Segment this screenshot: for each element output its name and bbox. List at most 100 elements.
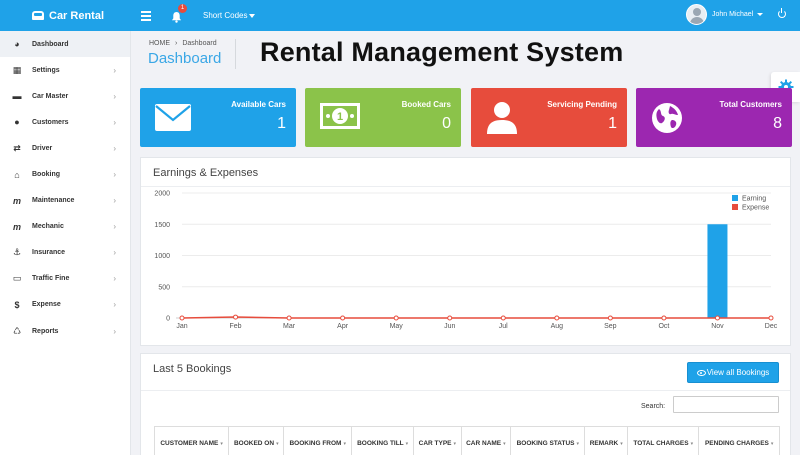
column-header-booking-from[interactable]: BOOKING FROM ▾ — [283, 426, 353, 455]
sidebar: ◕ Dashboard ▦ Settings › ▬ Car Master › ● Custome… — [0, 31, 131, 455]
stat-booked-cars[interactable]: 1 Booked Cars 0 — [305, 88, 461, 147]
sidebar-item-expense[interactable]: $ Expense › — [0, 292, 130, 318]
credit-card-icon: ▭ — [12, 273, 22, 284]
column-header-label: CAR NAME — [466, 439, 502, 447]
sidebar-item-driver[interactable]: ⇄ Driver › — [0, 135, 130, 161]
sidebar-item-customers[interactable]: ● Customers › — [0, 109, 130, 135]
y-tick-label: 1000 — [154, 253, 170, 260]
brand-logo[interactable]: Car Rental — [0, 0, 131, 31]
sidebar-item-label: Reports — [32, 327, 59, 335]
user-icon — [487, 102, 517, 134]
expense-point — [500, 315, 506, 321]
search-input[interactable] — [673, 396, 779, 413]
expense-point — [447, 315, 453, 321]
x-tick-label: Dec — [765, 323, 778, 330]
chevron-right-icon: › — [113, 91, 116, 101]
expense-point — [607, 315, 613, 321]
dashboard-icon: ◕ — [14, 39, 20, 50]
user-menu[interactable]: John Michael — [686, 4, 764, 25]
expense-point — [714, 315, 720, 321]
stat-available-cars[interactable]: Available Cars 1 — [140, 88, 296, 147]
sidebar-item-label: Maintenance — [32, 197, 75, 205]
column-header-customer-name[interactable]: CUSTOMER NAME ▾ — [153, 426, 230, 455]
brand-name: Car Rental — [49, 9, 105, 22]
svg-text:1: 1 — [337, 111, 343, 123]
expense-point — [661, 315, 667, 321]
column-header-label: CUSTOMER NAME — [160, 439, 219, 447]
stat-total-customers[interactable]: Total Customers 8 — [636, 88, 792, 147]
sidebar-item-settings[interactable]: ▦ Settings › — [0, 57, 130, 83]
chevron-right-icon: › — [113, 248, 116, 258]
table-header-row: CUSTOMER NAME ▾ BOOKED ON ▾ BOOKING FROM ▾ BOO… — [153, 426, 780, 455]
legend-swatch — [732, 195, 738, 201]
sidebar-item-insurance[interactable]: ⚓ Insurance › — [0, 240, 130, 266]
expense-point — [768, 315, 774, 321]
car-icon: ▬ — [12, 91, 22, 102]
money-icon: 1 — [320, 103, 360, 129]
column-header-booked-on[interactable]: BOOKED ON ▾ — [228, 426, 285, 455]
column-header-label: BOOKING STATUS — [516, 439, 575, 447]
panel-divider — [141, 390, 790, 391]
earning-bar — [707, 224, 728, 318]
expense-point — [179, 315, 185, 321]
view-all-bookings-label: View all Bookings — [706, 368, 770, 377]
x-tick-label: Jan — [176, 323, 187, 330]
sort-icon: ▾ — [576, 440, 579, 447]
stat-label: Total Customers — [719, 100, 782, 109]
stat-servicing-pending[interactable]: Servicing Pending 1 — [471, 88, 627, 147]
column-header-remark[interactable]: REMARK ▾ — [584, 426, 629, 455]
column-header-label: BOOKING FROM — [289, 439, 342, 447]
sidebar-item-traffic-fine[interactable]: ▭ Traffic Fine › — [0, 266, 130, 292]
sort-icon: ▾ — [770, 440, 774, 447]
sidebar-item-booking[interactable]: ⌂ Booking › — [0, 161, 130, 187]
view-all-bookings-button[interactable]: View all Bookings — [687, 362, 779, 383]
search-label: Search: — [641, 403, 666, 410]
eye-icon — [696, 369, 706, 376]
power-icon[interactable] — [778, 8, 786, 18]
legend-label: Earning — [742, 196, 766, 203]
m-icon: m — [12, 195, 21, 206]
sidebar-item-label: Traffic Fine — [32, 275, 70, 283]
expense-point — [233, 314, 239, 320]
user-name: John Michael — [712, 11, 754, 18]
expense-point — [340, 315, 346, 321]
notifications-bell-icon[interactable]: 1 — [171, 3, 187, 23]
menu-toggle-icon[interactable] — [141, 9, 151, 23]
sidebar-item-label: Insurance — [32, 249, 66, 257]
sidebar-item-label: Mechanic — [32, 223, 64, 231]
sidebar-item-car-master[interactable]: ▬ Car Master › — [0, 83, 130, 109]
column-header-booking-till[interactable]: BOOKING TILL ▾ — [351, 426, 415, 455]
sort-icon: ▾ — [503, 440, 506, 447]
column-header-label: PENDING CHARGES — [704, 439, 769, 447]
column-header-total-charges[interactable]: TOTAL CHARGES ▾ — [627, 426, 700, 455]
column-header-car-name[interactable]: CAR NAME ▾ — [460, 426, 512, 455]
sidebar-item-reports[interactable]: ♺ Reports › — [0, 318, 130, 344]
bank-icon: ⌂ — [14, 169, 20, 180]
stat-value: 0 — [442, 115, 451, 132]
column-header-pending-charges[interactable]: PENDING CHARGES ▾ — [698, 426, 780, 455]
sidebar-item-label: Driver — [32, 144, 53, 152]
bookings-table: CUSTOMER NAME ▾ BOOKED ON ▾ BOOKING FROM ▾ BOO… — [153, 426, 780, 455]
recycle-icon: ♺ — [12, 325, 22, 336]
table-icon: ▦ — [12, 64, 22, 75]
stat-value: 1 — [608, 115, 617, 132]
car-icon — [32, 11, 44, 20]
envelope-icon — [155, 104, 191, 131]
chevron-right-icon: › — [113, 196, 116, 206]
x-tick-label: Mar — [283, 323, 296, 330]
sidebar-item-dashboard[interactable]: ◕ Dashboard — [0, 31, 130, 58]
breadcrumb-home[interactable]: HOME — [149, 40, 170, 47]
chevron-right-icon: › — [113, 143, 116, 153]
breadcrumb: HOME › Dashboard — [149, 40, 217, 47]
short-codes-dropdown[interactable]: Short Codes — [203, 11, 256, 20]
column-header-car-type[interactable]: CAR TYPE ▾ — [413, 426, 462, 455]
expense-point — [286, 315, 292, 321]
column-header-booking-status[interactable]: BOOKING STATUS ▾ — [510, 426, 586, 455]
sort-icon: ▾ — [276, 440, 279, 447]
column-header-label: TOTAL CHARGES — [633, 439, 689, 447]
sidebar-item-maintenance[interactable]: m Maintenance › — [0, 188, 130, 214]
x-tick-label: Nov — [711, 323, 724, 330]
sidebar-item-mechanic[interactable]: m Mechanic › — [0, 214, 130, 240]
earnings-chart-panel: Earnings & Expenses 0 500 1000 1500 2000 Jan F… — [140, 157, 791, 346]
sort-icon: ▾ — [690, 440, 694, 447]
